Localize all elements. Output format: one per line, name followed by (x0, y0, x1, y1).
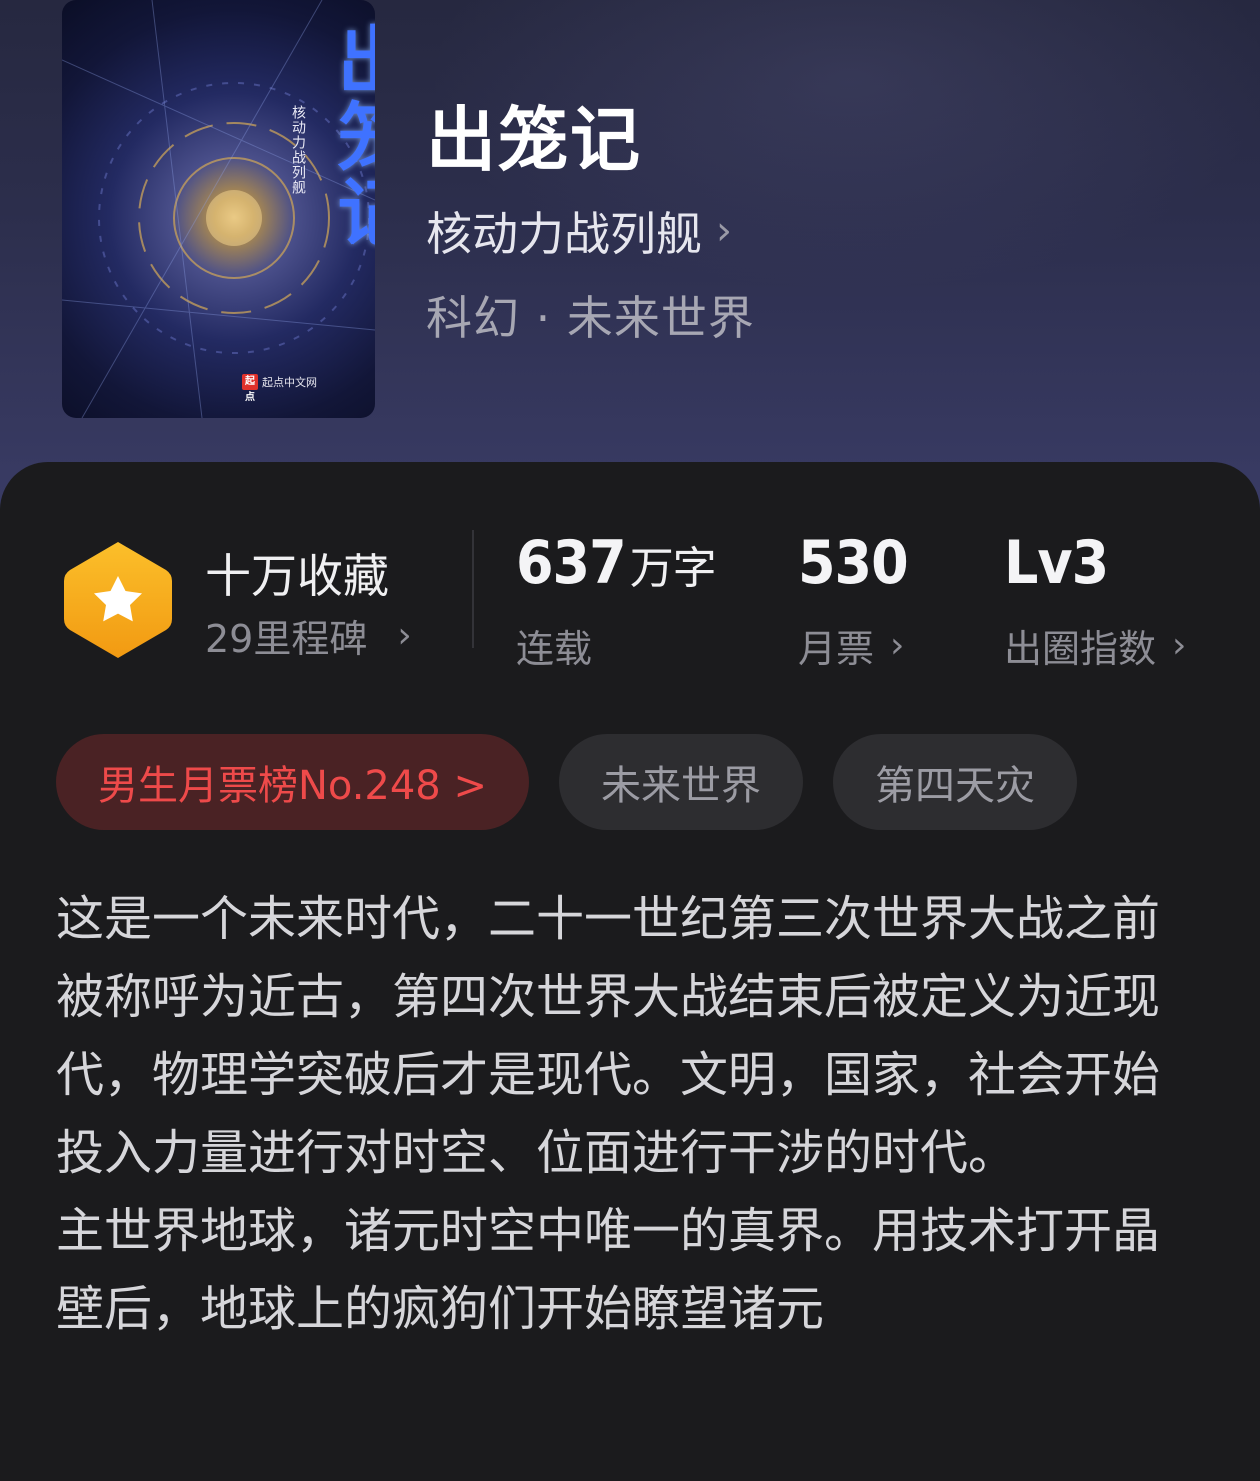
tag-list: 男生月票榜No.248 > 未来世界 第四天灾 (56, 734, 1077, 830)
breakout-level-value: Lv3 (1004, 528, 1109, 598)
star-hexagon-icon[interactable] (62, 538, 174, 666)
cover-author: 核动力战列舰 (290, 105, 306, 195)
monthly-votes-stat[interactable]: 530 月票 › (798, 528, 909, 673)
breakout-index-stat[interactable]: Lv3 出圈指数 › (1004, 528, 1186, 673)
publisher-mark-icon: 起点 (242, 374, 258, 403)
cover-title: 出笼记 (325, 22, 375, 250)
monthly-votes-label: 月票 (798, 627, 875, 671)
breakout-index-label: 出圈指数 (1004, 627, 1157, 671)
author-link[interactable]: 核动力战列舰 › (426, 198, 732, 264)
stats-divider (472, 530, 474, 648)
word-count-unit: 万字 (629, 543, 717, 594)
milestone-link[interactable]: 29里程碑 › (205, 608, 412, 663)
milestone-label: 29里程碑 (205, 617, 368, 661)
word-count-value: 637 (516, 528, 627, 598)
word-count-stat: 637 万字 连载 (516, 528, 717, 673)
tag-fourth-calamity[interactable]: 第四天灾 (832, 734, 1077, 830)
description-paragraph: 这是一个未来时代，二十一世纪第三次世界大战之前被称呼为近古，第四次世界大战结束后… (56, 891, 1161, 1181)
genre-label: 科幻 · 未来世界 (426, 291, 755, 345)
chevron-right-icon: › (890, 625, 905, 666)
description-paragraph: 主世界地球，诸元时空中唯一的真界。用技术打开晶壁后，地球上的疯狗们开始瞭望诸元 (56, 1203, 1161, 1337)
book-title: 出笼记 (426, 98, 642, 181)
book-detail-page: 出笼记 核动力战列舰 起点 起点中文网 出笼记 核动力战列舰 › 科幻 · 未来… (0, 0, 1260, 1481)
chevron-right-icon: › (397, 615, 412, 656)
publisher-logo: 起点 起点中文网 (242, 374, 317, 403)
collection-level: 十万收藏 (205, 549, 389, 603)
monthly-votes-value: 530 (798, 528, 909, 598)
author-name: 核动力战列舰 (426, 207, 702, 261)
rank-tag[interactable]: 男生月票榜No.248 > (56, 734, 529, 830)
book-cover[interactable]: 出笼记 核动力战列舰 起点 起点中文网 (62, 0, 375, 418)
chevron-right-icon: › (1172, 625, 1187, 666)
book-description[interactable]: 这是一个未来时代，二十一世纪第三次世界大战之前被称呼为近古，第四次世界大战结束后… (56, 880, 1196, 1348)
status-label: 连载 (516, 627, 593, 671)
publisher-name: 起点中文网 (262, 376, 317, 389)
chevron-right-icon: › (716, 208, 732, 254)
tag-future-world[interactable]: 未来世界 (558, 734, 803, 830)
